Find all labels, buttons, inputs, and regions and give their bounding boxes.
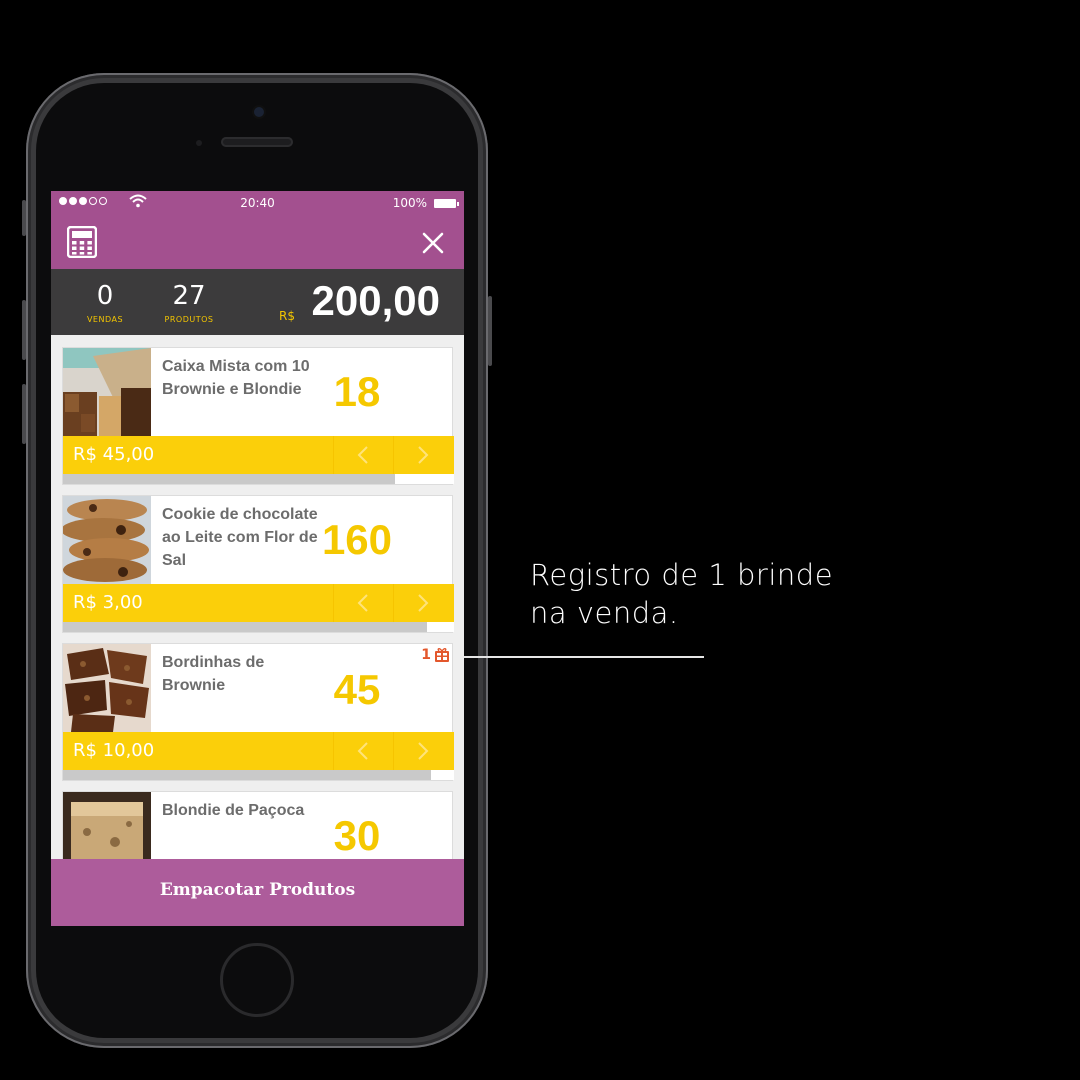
chevron-left-icon bbox=[357, 742, 368, 760]
annotation-line-1: Registro de 1 brinde bbox=[530, 558, 834, 592]
product-quantity: 160 bbox=[321, 516, 393, 563]
product-card[interactable]: Cookie de chocolate ao Leite com Flor de… bbox=[62, 495, 454, 633]
power-button bbox=[488, 296, 492, 366]
product-name: Caixa Mista com 10 Brownie e Blondie bbox=[162, 358, 310, 398]
product-list: Caixa Mista com 10 Brownie e Blondie 18 … bbox=[51, 335, 464, 859]
increment-button[interactable] bbox=[393, 732, 454, 770]
produtos-count: 27 bbox=[172, 281, 206, 311]
chevron-right-icon bbox=[418, 594, 429, 612]
increment-button[interactable] bbox=[393, 584, 454, 622]
battery-icon bbox=[434, 199, 459, 208]
annotation-text: Registro de 1 brinde na venda. bbox=[530, 556, 833, 632]
produtos-stat: 27 PRODUTOS bbox=[163, 281, 215, 324]
product-quantity: 45 bbox=[333, 666, 381, 713]
product-card[interactable]: Blondie de Paçoca 30 bbox=[62, 791, 453, 859]
vendas-label: VENDAS bbox=[86, 315, 124, 324]
product-image-cookie bbox=[63, 496, 151, 584]
product-quantity: 18 bbox=[333, 368, 381, 415]
chevron-right-icon bbox=[418, 742, 429, 760]
progress-fill bbox=[63, 622, 427, 632]
home-button[interactable] bbox=[220, 943, 294, 1017]
product-name: Bordinhas de Brownie bbox=[162, 654, 265, 694]
product-price: R$ 45,00 bbox=[73, 444, 155, 465]
front-camera bbox=[254, 107, 264, 117]
product-price: R$ 10,00 bbox=[73, 740, 155, 761]
app-screen: 20:40 100% 0 VENDAS 27 PRODUTOS R$ 200,0… bbox=[51, 191, 464, 926]
decrement-button[interactable] bbox=[333, 584, 394, 622]
annotation-line-2: na venda. bbox=[530, 596, 679, 630]
decrement-button[interactable] bbox=[333, 436, 394, 474]
close-icon[interactable] bbox=[420, 230, 446, 256]
gift-indicator[interactable]: 1 bbox=[421, 647, 450, 663]
stock-progress-bar bbox=[63, 474, 454, 484]
produtos-label: PRODUTOS bbox=[164, 315, 214, 324]
product-image-caixa-mista bbox=[63, 348, 151, 436]
calculator-icon[interactable] bbox=[67, 226, 97, 258]
product-name: Blondie de Paçoca bbox=[162, 802, 305, 819]
decrement-button[interactable] bbox=[333, 732, 394, 770]
stock-progress-bar bbox=[63, 622, 454, 632]
progress-fill bbox=[63, 770, 431, 780]
stock-progress-bar bbox=[63, 770, 454, 780]
volume-down-button bbox=[22, 384, 26, 444]
app-bar bbox=[51, 216, 464, 269]
increment-button[interactable] bbox=[393, 436, 454, 474]
price-bar: R$ 3,00 bbox=[63, 584, 454, 622]
chevron-left-icon bbox=[357, 594, 368, 612]
earpiece-speaker bbox=[221, 137, 293, 147]
mute-switch bbox=[22, 200, 26, 236]
product-card[interactable]: Caixa Mista com 10 Brownie e Blondie 18 … bbox=[62, 347, 454, 485]
product-price: R$ 3,00 bbox=[73, 592, 143, 613]
progress-fill bbox=[63, 474, 396, 484]
status-bar: 20:40 100% bbox=[51, 191, 464, 216]
price-bar: R$ 45,00 bbox=[63, 436, 454, 474]
vendas-count: 0 bbox=[96, 281, 114, 311]
annotation-pointer-line bbox=[464, 656, 704, 658]
product-quantity: 30 bbox=[333, 812, 381, 859]
total-amount: 200,00 bbox=[311, 277, 440, 324]
volume-up-button bbox=[22, 300, 26, 360]
product-card[interactable]: Bordinhas de Brownie 1 45 R$ 10,00 bbox=[62, 643, 454, 781]
product-name: Cookie de chocolate ao Leite com Flor de… bbox=[162, 506, 318, 569]
price-bar: R$ 10,00 bbox=[63, 732, 454, 770]
sales-summary: 0 VENDAS 27 PRODUTOS R$ 200,00 bbox=[51, 269, 464, 335]
battery-percent: 100% bbox=[392, 196, 427, 210]
chevron-left-icon bbox=[357, 446, 368, 464]
chevron-right-icon bbox=[418, 446, 429, 464]
product-image-blondie bbox=[63, 792, 151, 859]
gift-count: 1 bbox=[421, 647, 431, 663]
product-image-bordinhas bbox=[63, 644, 151, 732]
empacotar-produtos-button[interactable]: Empacotar Produtos bbox=[51, 859, 464, 926]
vendas-stat: 0 VENDAS bbox=[83, 281, 127, 324]
proximity-sensor bbox=[196, 140, 202, 146]
gift-icon bbox=[435, 648, 449, 662]
currency-label: R$ bbox=[279, 309, 295, 323]
